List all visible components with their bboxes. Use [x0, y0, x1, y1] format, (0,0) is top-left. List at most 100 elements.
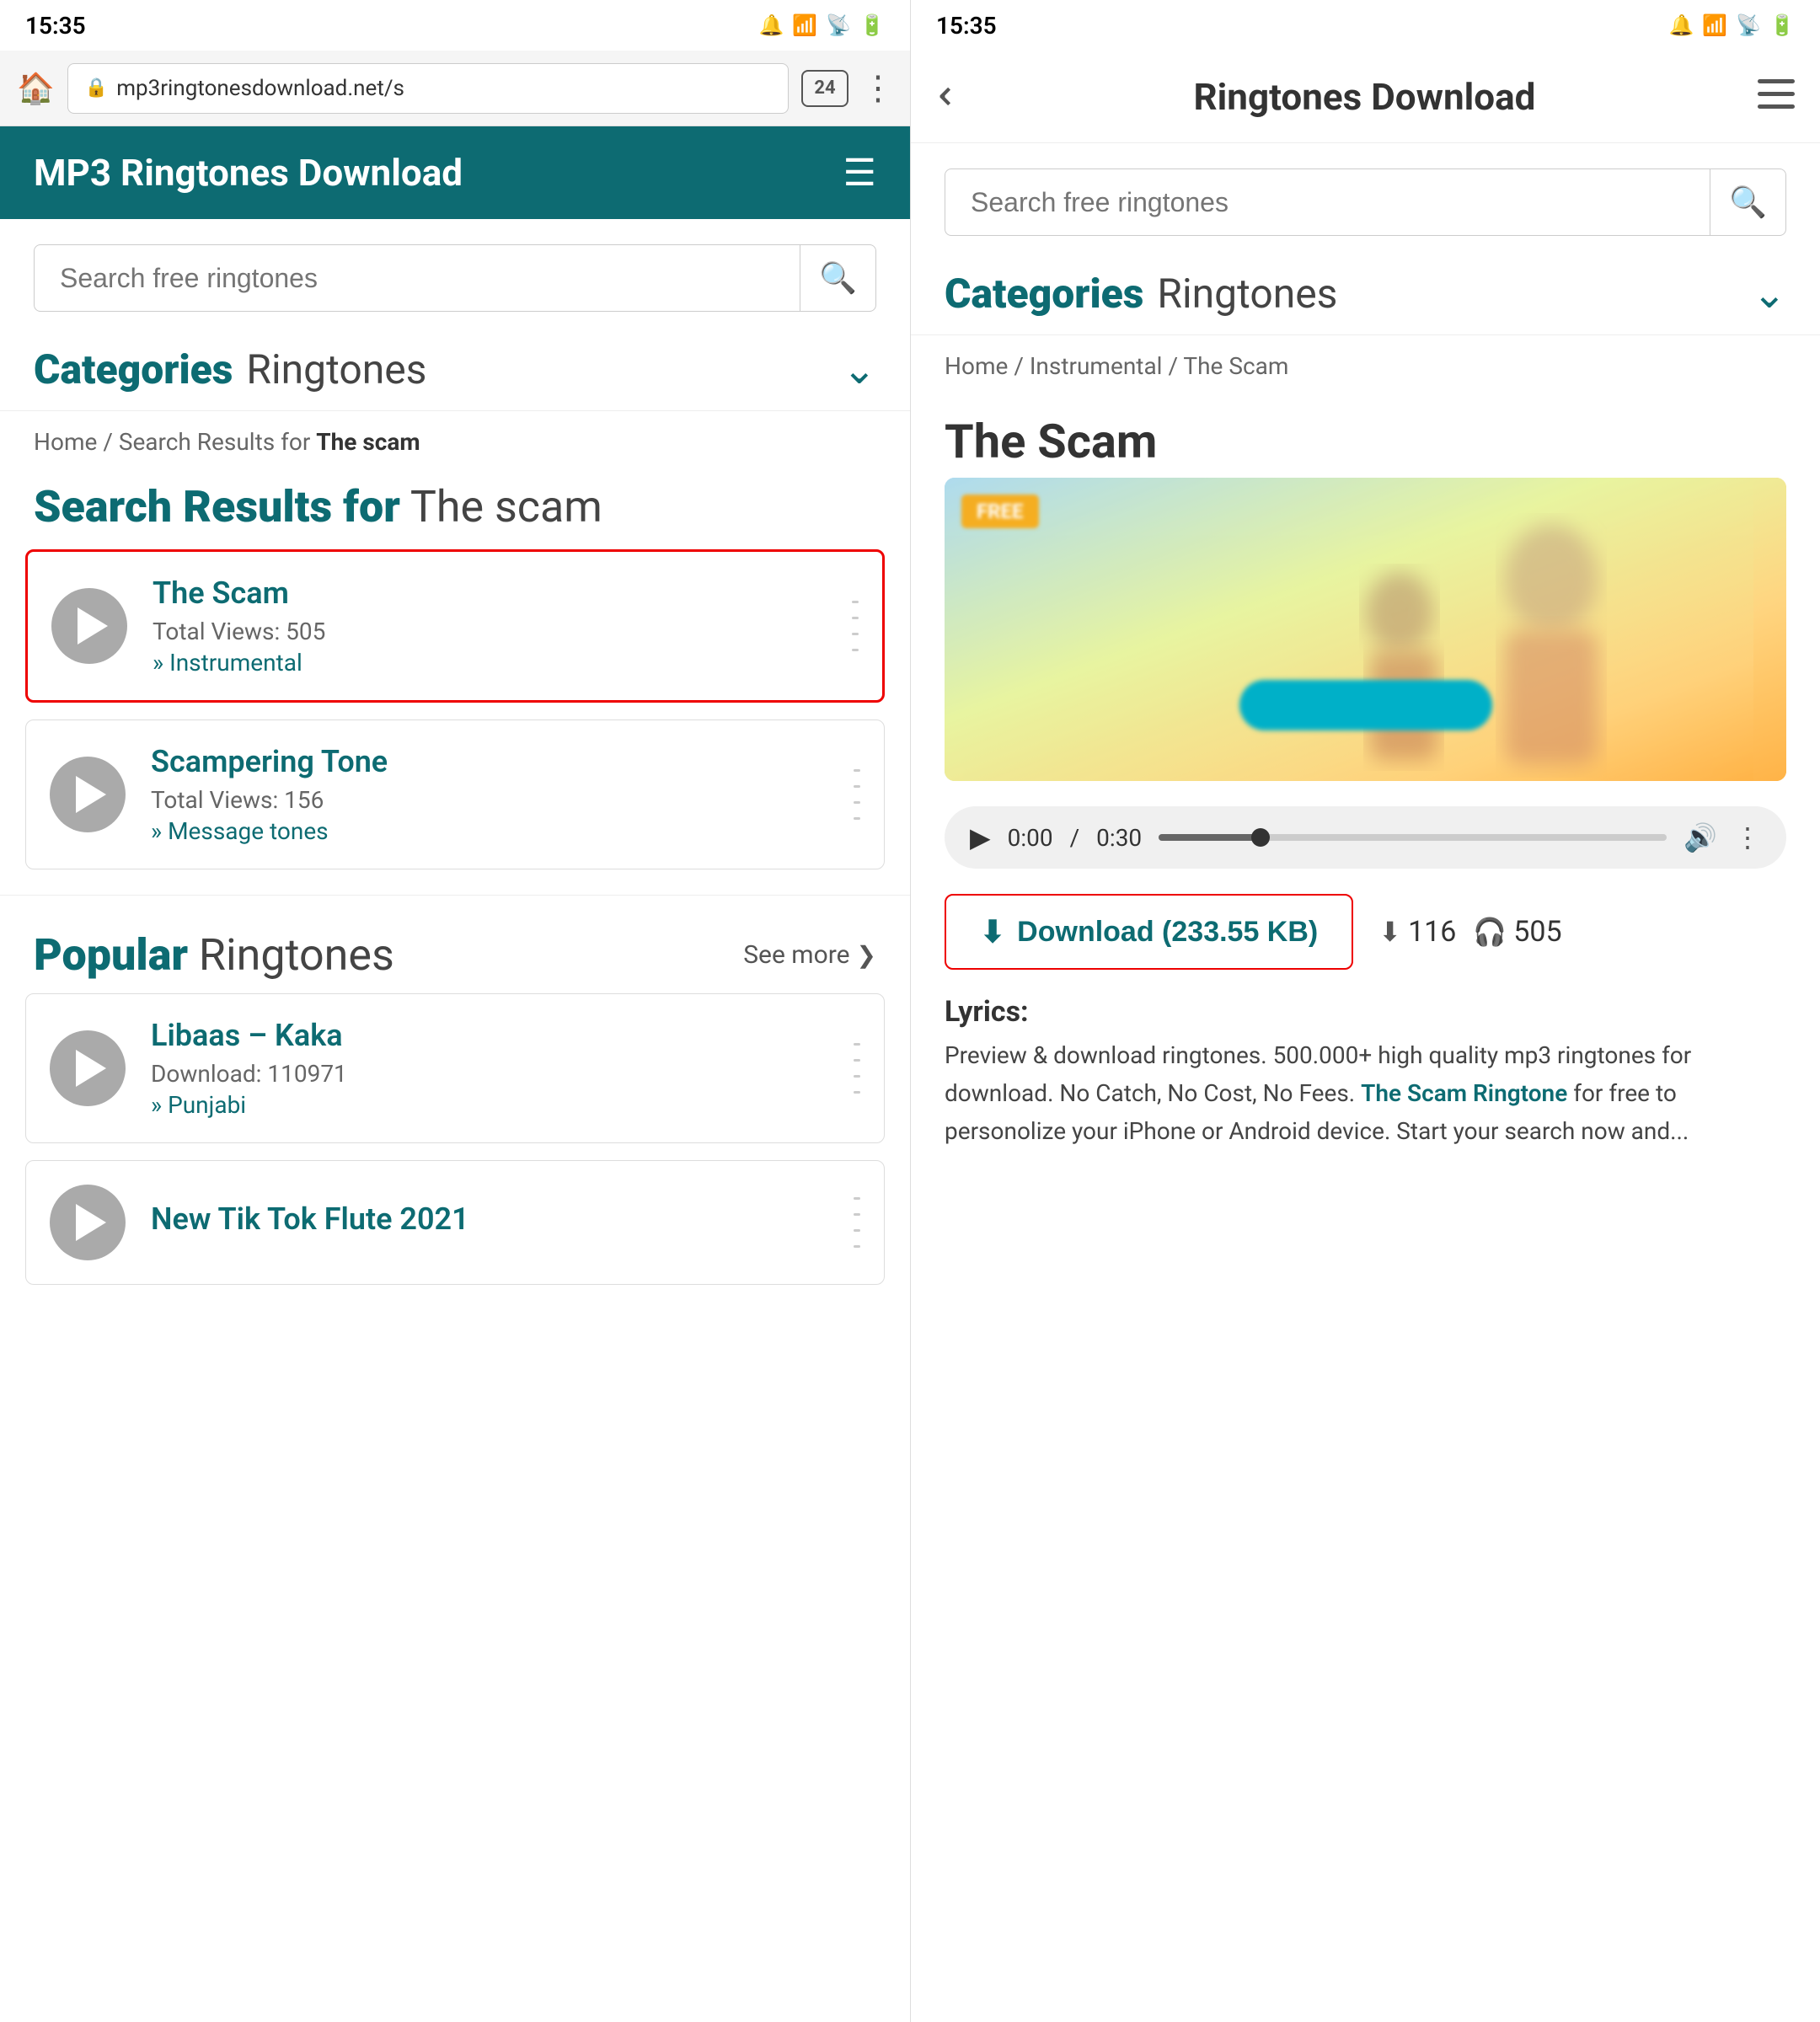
left-status-icons: 🔔 📶 📡 🔋 — [758, 13, 885, 37]
left-search-container: 🔍 — [0, 219, 910, 337]
audio-player: ▶ 0:00 / 0:30 🔊 ⋮ — [945, 806, 1786, 869]
play-triangle-icon — [78, 607, 108, 645]
popular-category-1[interactable]: Punjabi — [151, 1091, 828, 1119]
stat-download-count: ⬇ 116 — [1378, 915, 1456, 949]
play-button-1[interactable] — [51, 588, 127, 664]
popular-play-icon-1 — [76, 1050, 106, 1087]
left-battery-icon: 🔋 — [859, 13, 885, 37]
breadcrumb-home[interactable]: Home — [34, 428, 97, 456]
right-search-input[interactable] — [945, 168, 1710, 236]
card-info-2: Scampering Tone Total Views: 156 Message… — [151, 744, 828, 845]
player-bar-fill — [1159, 834, 1261, 841]
player-more-icon[interactable]: ⋮ — [1734, 821, 1761, 853]
download-button-label: Download (233.55 KB) — [1017, 916, 1318, 949]
left-categories-chevron-icon[interactable]: ⌄ — [843, 345, 876, 393]
right-categories-bold: Categories — [945, 270, 1143, 318]
left-browser-bar: 🏠 🔒 mp3ringtonesdownload.net/s 24 ⋮ — [0, 51, 910, 126]
card-title-2: Scampering Tone — [151, 744, 828, 779]
card-category-1[interactable]: Instrumental — [153, 649, 827, 677]
popular-header: Popular Ringtones See more ❯ — [0, 904, 910, 993]
left-wifi-icon: 📶 — [792, 13, 817, 37]
popular-card-1[interactable]: Libaas – Kaka Download: 110971 Punjabi — [25, 993, 885, 1143]
left-app-title: MP3 Ringtones Download — [34, 151, 463, 195]
stat-download-icon: ⬇ — [1378, 916, 1401, 948]
lyrics-text-link[interactable]: The Scam Ringtone — [1361, 1079, 1567, 1107]
download-button-icon: ⬇ — [980, 914, 1005, 949]
lyrics-label: Lyrics: — [911, 987, 1820, 1037]
right-breadcrumb-current: The Scam — [1183, 352, 1288, 380]
right-wifi-icon: 📶 — [1702, 13, 1727, 37]
popular-play-button-1[interactable] — [50, 1030, 126, 1106]
right-nav-menu-icon[interactable] — [1758, 75, 1795, 119]
download-button[interactable]: ⬇ Download (233.55 KB) — [945, 894, 1353, 970]
right-breadcrumb-sep1: / — [1014, 352, 1030, 380]
browser-url-bar[interactable]: 🔒 mp3ringtonesdownload.net/s — [67, 63, 789, 114]
browser-tab-count[interactable]: 24 — [801, 70, 848, 107]
see-more-button[interactable]: See more ❯ — [743, 940, 876, 970]
stat-view-number: 505 — [1513, 915, 1561, 949]
detail-image: FREE — [945, 478, 1786, 781]
popular-light: Ringtones — [199, 929, 394, 981]
popular-drag-handle-1 — [854, 1043, 860, 1094]
right-status-bar: 15:35 🔔 📶 📡 🔋 — [911, 0, 1820, 51]
right-status-icons: 🔔 📶 📡 🔋 — [1668, 13, 1795, 37]
right-categories-light: Ringtones — [1157, 270, 1337, 318]
right-categories-header[interactable]: Categories Ringtones ⌄ — [911, 261, 1820, 335]
player-scrubber-dot[interactable] — [1251, 828, 1270, 847]
stat-view-icon: 🎧 — [1473, 916, 1507, 948]
image-cta-button — [1239, 680, 1492, 730]
left-app-header: MP3 Ringtones Download ☰ — [0, 126, 910, 219]
popular-info-2: New Tik Tok Flute 2021 — [151, 1201, 828, 1244]
right-panel: 15:35 🔔 📶 📡 🔋 ⌄ Ringtones Download 🔍 Cat… — [910, 0, 1820, 2022]
lyrics-text: Preview & download ringtones. 500.000+ h… — [911, 1037, 1820, 1150]
left-hamburger-icon[interactable]: ☰ — [843, 151, 876, 195]
left-search-input[interactable] — [34, 244, 800, 312]
result-card-1[interactable]: The Scam Total Views: 505 Instrumental — [25, 549, 885, 703]
play-button-2[interactable] — [50, 757, 126, 832]
right-breadcrumb-sep2: / — [1168, 352, 1183, 380]
popular-title-2: New Tik Tok Flute 2021 — [151, 1201, 828, 1237]
drag-handle-2 — [854, 769, 860, 820]
card-category-2[interactable]: Message tones — [151, 817, 828, 845]
left-categories-header[interactable]: Categories Ringtones ⌄ — [0, 337, 910, 411]
detail-image-overlay: FREE — [945, 478, 1786, 781]
popular-play-icon-2 — [76, 1204, 106, 1241]
player-current-time: 0:00 — [1008, 824, 1053, 852]
result-card-2[interactable]: Scampering Tone Total Views: 156 Message… — [25, 719, 885, 869]
player-duration: 0:30 — [1096, 824, 1142, 852]
browser-home-icon[interactable]: 🏠 — [17, 71, 55, 106]
download-section: ⬇ Download (233.55 KB) ⬇ 116 🎧 505 — [911, 885, 1820, 987]
card-views-2: Total Views: 156 — [151, 786, 828, 814]
right-categories-chevron-icon[interactable]: ⌄ — [1753, 270, 1786, 318]
right-breadcrumb: Home / Instrumental / The Scam — [911, 335, 1820, 397]
left-categories-bold: Categories — [34, 345, 233, 393]
left-search-button[interactable]: 🔍 — [800, 244, 876, 312]
stat-download-number: 116 — [1408, 915, 1456, 949]
download-stats: ⬇ 116 🎧 505 — [1378, 915, 1561, 949]
right-search-container: 🔍 — [911, 143, 1820, 261]
popular-downloads-1: Download: 110971 — [151, 1060, 828, 1088]
play-triangle-icon-2 — [76, 776, 106, 813]
right-categories-label: Categories Ringtones — [945, 270, 1337, 318]
player-volume-icon[interactable]: 🔊 — [1684, 821, 1717, 853]
back-arrow-icon[interactable]: ⌄ — [929, 79, 978, 115]
player-progress-bar[interactable] — [1159, 834, 1667, 841]
popular-card-2[interactable]: New Tik Tok Flute 2021 — [25, 1160, 885, 1285]
popular-info-1: Libaas – Kaka Download: 110971 Punjabi — [151, 1018, 828, 1119]
left-signal-icon: 📡 — [826, 13, 851, 37]
card-info-1: The Scam Total Views: 505 Instrumental — [153, 575, 827, 677]
breadcrumb-sep1: / — [103, 428, 119, 456]
right-breadcrumb-home[interactable]: Home — [945, 352, 1008, 380]
right-topnav: ⌄ Ringtones Download — [911, 51, 1820, 143]
left-categories-label: Categories Ringtones — [34, 345, 426, 393]
popular-play-button-2[interactable] — [50, 1185, 126, 1260]
breadcrumb-query: The scam — [316, 428, 420, 456]
player-play-button[interactable]: ▶ — [970, 821, 991, 853]
left-notification-icon: 🔔 — [758, 13, 784, 37]
right-breadcrumb-instrumental[interactable]: Instrumental — [1030, 352, 1163, 380]
browser-menu-icon[interactable]: ⋮ — [861, 68, 893, 108]
see-more-arrow-icon: ❯ — [857, 941, 876, 969]
left-categories-light: Ringtones — [246, 345, 426, 393]
right-search-button[interactable]: 🔍 — [1710, 168, 1786, 236]
right-notification-icon: 🔔 — [1668, 13, 1694, 37]
